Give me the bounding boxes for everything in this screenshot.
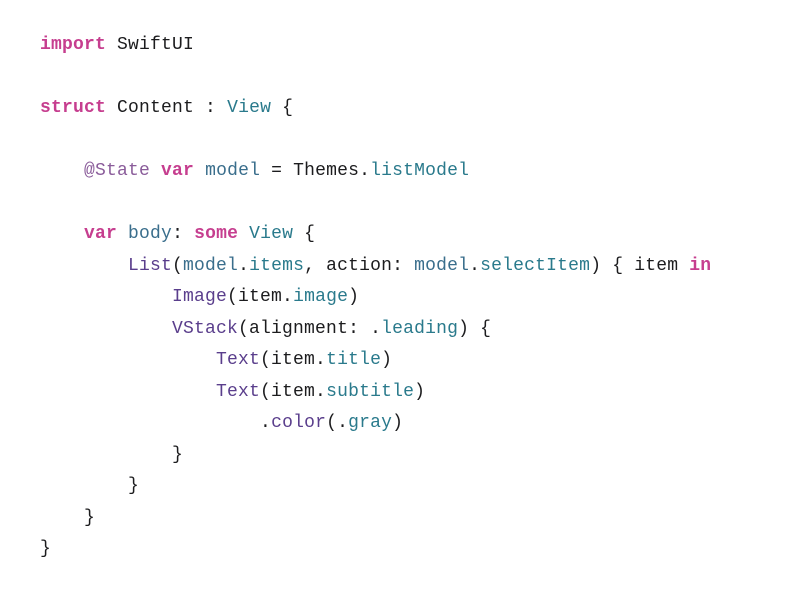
type-name: Content	[117, 98, 194, 118]
attribute-state: @State	[84, 161, 150, 181]
protocol-view: View	[249, 224, 293, 244]
code-line: }	[40, 445, 183, 465]
keyword-var: var	[161, 161, 194, 181]
keyword-var: var	[84, 224, 117, 244]
modifier-color: color	[271, 413, 326, 433]
type-themes: Themes	[293, 161, 359, 181]
code-line: List(model.items, action: model.selectIt…	[40, 256, 711, 276]
variable-model: model	[205, 161, 260, 181]
code-line: .color(.gray)	[40, 413, 403, 433]
call-vstack: VStack	[172, 319, 238, 339]
call-text: Text	[216, 382, 260, 402]
call-list: List	[128, 256, 172, 276]
variable-body: body	[128, 224, 172, 244]
call-image: Image	[172, 287, 227, 307]
code-line: Image(item.image)	[40, 287, 359, 307]
code-line: }	[40, 476, 139, 496]
code-block: import SwiftUI struct Content : View { @…	[40, 30, 760, 566]
keyword-import: import	[40, 35, 106, 55]
protocol-view: View	[227, 98, 271, 118]
call-text: Text	[216, 350, 260, 370]
keyword-struct: struct	[40, 98, 106, 118]
code-line: var body: some View {	[40, 224, 315, 244]
code-line: @State var model = Themes.listModel	[40, 161, 469, 181]
member-listmodel: listModel	[370, 161, 469, 181]
code-line: }	[40, 539, 51, 559]
code-line: import SwiftUI	[40, 35, 194, 55]
keyword-in: in	[689, 256, 711, 276]
keyword-some: some	[194, 224, 238, 244]
code-line: Text(item.subtitle)	[40, 382, 425, 402]
code-line: struct Content : View {	[40, 98, 293, 118]
code-line: Text(item.title)	[40, 350, 392, 370]
code-line: VStack(alignment: .leading) {	[40, 319, 491, 339]
